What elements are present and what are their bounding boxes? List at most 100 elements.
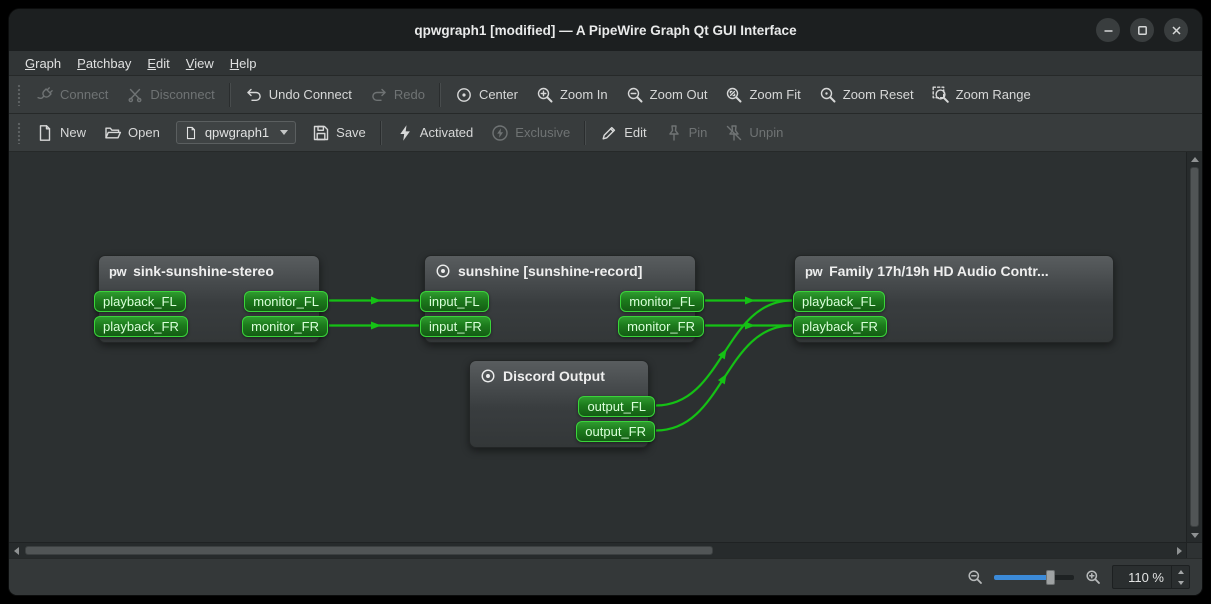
redo-button[interactable]: Redo (361, 80, 434, 110)
pin-icon (665, 124, 683, 142)
spin-buttons (1171, 566, 1189, 588)
port-playback-fl[interactable]: playback_FL (94, 291, 186, 312)
zoom-slider-handle[interactable] (1046, 570, 1055, 585)
canvas-row: pw sink-sunshine-stereo playback_FL play… (9, 152, 1202, 542)
toolbar-main: Connect Disconnect Undo Connect Redo (9, 76, 1202, 114)
titlebar[interactable]: qpwgraph1 [modified] — A PipeWire Graph … (9, 9, 1202, 51)
node-discord-output[interactable]: Discord Output output_FL output_FR (469, 360, 649, 448)
close-button[interactable] (1164, 18, 1188, 42)
port-playback-fr[interactable]: playback_FR (94, 316, 188, 337)
zoom-in-small-icon[interactable] (1085, 569, 1101, 585)
port-monitor-fl[interactable]: monitor_FL (620, 291, 704, 312)
port-monitor-fl[interactable]: monitor_FL (244, 291, 328, 312)
toolbar-file: New Open qpwgraph1 Save Acti (9, 114, 1202, 152)
node-title: Family 17h/19h HD Audio Contr... (829, 263, 1049, 279)
redo-icon (370, 86, 388, 104)
disconnect-button[interactable]: Disconnect (117, 80, 223, 110)
node-sink-sunshine-stereo[interactable]: pw sink-sunshine-stereo playback_FL play… (98, 255, 320, 343)
toolbar-handle[interactable] (17, 122, 21, 144)
zoom-range-label: Zoom Range (956, 87, 1031, 102)
connect-button[interactable]: Connect (27, 80, 117, 110)
scroll-left-button[interactable] (9, 543, 23, 558)
port-output-fr[interactable]: output_FR (576, 421, 655, 442)
zoom-reset-button[interactable]: Zoom Reset (810, 80, 923, 110)
zoom-reset-icon (819, 86, 837, 104)
port-input-fl[interactable]: input_FL (420, 291, 489, 312)
menu-graph[interactable]: Graph (17, 53, 69, 74)
zoom-range-button[interactable]: Zoom Range (923, 80, 1040, 110)
port-playback-fr[interactable]: playback_FR (793, 316, 887, 337)
edit-label: Edit (624, 125, 646, 140)
patchbay-select[interactable]: qpwgraph1 (176, 121, 296, 144)
horizontal-scrollbar-thumb[interactable] (25, 546, 713, 555)
undo-connect-label: Undo Connect (269, 87, 352, 102)
maximize-icon (1137, 25, 1148, 36)
zoom-out-small-icon[interactable] (967, 569, 983, 585)
menu-help[interactable]: Help (222, 53, 265, 74)
horizontal-scrollbar[interactable] (9, 542, 1202, 558)
node-header: pw Family 17h/19h HD Audio Contr... (795, 256, 1113, 283)
port-monitor-fr[interactable]: monitor_FR (618, 316, 704, 337)
zoom-fit-button[interactable]: Zoom Fit (716, 80, 809, 110)
scroll-up-icon (1191, 157, 1199, 162)
connect-icon (36, 86, 54, 104)
pin-button[interactable]: Pin (656, 118, 717, 148)
zoom-slider-fill (994, 575, 1050, 580)
zoom-spinbox[interactable]: 110 % (1112, 565, 1190, 589)
spin-down-icon (1178, 581, 1184, 585)
zoom-out-button[interactable]: Zoom Out (617, 80, 717, 110)
node-header: sunshine [sunshine-record] (425, 256, 695, 283)
graph-canvas[interactable]: pw sink-sunshine-stereo playback_FL play… (9, 152, 1186, 542)
new-button[interactable]: New (27, 118, 95, 148)
unpin-button[interactable]: Unpin (716, 118, 792, 148)
menu-patchbay[interactable]: Patchbay (69, 53, 139, 74)
save-button[interactable]: Save (303, 118, 375, 148)
menu-edit[interactable]: Edit (139, 53, 177, 74)
open-button[interactable]: Open (95, 118, 169, 148)
center-icon (455, 86, 473, 104)
pencil-icon (600, 124, 618, 142)
activated-button[interactable]: Activated (387, 118, 482, 148)
center-button[interactable]: Center (446, 80, 527, 110)
undo-connect-button[interactable]: Undo Connect (236, 80, 361, 110)
vertical-scrollbar[interactable] (1186, 152, 1202, 542)
vertical-scrollbar-thumb[interactable] (1190, 167, 1199, 527)
port-playback-fl[interactable]: playback_FL (793, 291, 885, 312)
connect-label: Connect (60, 87, 108, 102)
minimize-button[interactable] (1096, 18, 1120, 42)
scroll-up-button[interactable] (1187, 152, 1202, 166)
toolbar-separator (229, 83, 231, 107)
scroll-down-button[interactable] (1187, 528, 1202, 542)
save-label: Save (336, 125, 366, 140)
statusbar: 110 % (9, 558, 1202, 595)
node-family-hd-audio[interactable]: pw Family 17h/19h HD Audio Contr... play… (794, 255, 1114, 343)
port-output-fl[interactable]: output_FL (578, 396, 655, 417)
edit-button[interactable]: Edit (591, 118, 655, 148)
wire-arrow (745, 322, 755, 330)
minimize-icon (1103, 25, 1114, 36)
menu-view[interactable]: View (178, 53, 222, 74)
spin-up-icon (1178, 570, 1184, 574)
pipewire-icon: pw (109, 264, 126, 279)
scroll-right-icon (1177, 547, 1182, 555)
node-sunshine[interactable]: sunshine [sunshine-record] input_FL inpu… (424, 255, 696, 343)
horizontal-scrollbar-track[interactable] (713, 543, 1172, 558)
lightning-icon (396, 124, 414, 142)
port-monitor-fr[interactable]: monitor_FR (242, 316, 328, 337)
zoom-value[interactable]: 110 % (1113, 566, 1171, 588)
exclusive-label: Exclusive (515, 125, 570, 140)
open-label: Open (128, 125, 160, 140)
zoom-in-button[interactable]: Zoom In (527, 80, 617, 110)
spin-up-button[interactable] (1172, 566, 1189, 577)
save-icon (312, 124, 330, 142)
spin-down-button[interactable] (1172, 577, 1189, 588)
activated-label: Activated (420, 125, 473, 140)
zoom-slider[interactable] (994, 575, 1074, 580)
record-icon (435, 263, 451, 279)
scroll-right-button[interactable] (1172, 543, 1186, 558)
exclusive-button[interactable]: Exclusive (482, 118, 579, 148)
maximize-button[interactable] (1130, 18, 1154, 42)
port-input-fr[interactable]: input_FR (420, 316, 491, 337)
toolbar-handle[interactable] (17, 84, 21, 106)
pin-label: Pin (689, 125, 708, 140)
